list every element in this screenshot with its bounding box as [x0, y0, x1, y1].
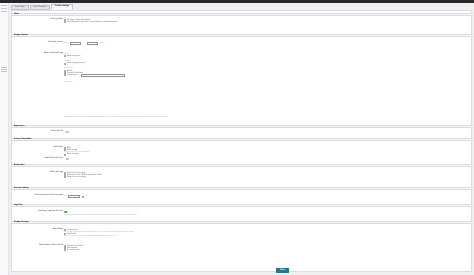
mode-options: Social login + Social sharing (Beta) Soc… [64, 19, 117, 24]
where-label: Where to show Social Login [43, 53, 63, 54]
redirect-options: Redirect to the current page Redirect to… [64, 172, 102, 179]
custom-location-input[interactable] [80, 74, 125, 77]
account-link-input[interactable] [67, 195, 80, 198]
admin-sidebar [0, 3, 9, 275]
where-options: Login Below the login form Registration … [64, 53, 125, 84]
sidebar-item[interactable] [1, 5, 7, 6]
name-options: Show full name (default) Show username D… [64, 245, 83, 252]
icon-spacing-input[interactable] [86, 42, 98, 45]
radio-icon [64, 55, 66, 58]
section-account: Account Linking [12, 187, 473, 190]
sidebar-item[interactable] [1, 11, 7, 12]
sidebar-item[interactable] [1, 8, 7, 9]
admin-bar [0, 0, 474, 3]
section-mode: Mode [12, 13, 473, 16]
privacy-option-below-register[interactable]: Below the register [64, 153, 90, 156]
mode-label: Social Login Mode [50, 19, 63, 20]
avatar-label: Avatar Display [52, 229, 63, 230]
name-option-none[interactable]: Do not show name [64, 249, 83, 252]
privacy-toggle[interactable] [64, 158, 69, 161]
account-label: Link social accounts with the same email [34, 195, 63, 196]
section-appearance: Appearance [12, 125, 473, 128]
redirect-label: Redirect after login [49, 172, 63, 173]
radio-icon [64, 21, 66, 24]
login-bar-settings-link[interactable]: Login Bar settings [108, 215, 119, 216]
section-login-bar: Login Bar [12, 204, 473, 207]
sidebar-item[interactable] [1, 67, 7, 68]
radio-icon [64, 176, 66, 179]
sidebar-item[interactable] [1, 69, 7, 70]
name-label: Show Username / Name in the bar [39, 245, 63, 246]
privacy-enable-label: Enable Privacy Policy note [44, 158, 63, 159]
css-label: Custom Style CSS [50, 131, 63, 132]
section-display: Display Options [12, 34, 473, 37]
login-bar-label: Show Login / Logout bar (front end) [38, 211, 63, 212]
where-option-register[interactable]: Below the registration form [64, 62, 125, 65]
save-button[interactable]: Save [276, 268, 289, 273]
privacy-label: Label Position [53, 147, 63, 148]
icon-size-label: Social Login icon size [48, 42, 63, 43]
login-bar-toggle[interactable] [64, 211, 69, 214]
css-toggle[interactable] [64, 131, 69, 134]
login-bar-hint: Display the social login/logout bar on y… [64, 215, 138, 217]
mode-option-login[interactable]: Social Login mode (Cleaner login, no soc… [64, 21, 117, 24]
where-option-login[interactable]: Below the login form [64, 55, 125, 58]
avatar-options: Use social avatar Use the avatar from th… [64, 229, 135, 238]
where-option-custom[interactable]: Custom location [64, 74, 125, 77]
custom-hint-text: Use this option to display the Social Lo… [64, 117, 169, 118]
radio-icon [64, 62, 66, 65]
radio-icon [64, 74, 66, 77]
radio-icon [64, 249, 66, 252]
privacy-options: Above Below the login Privacy note below… [64, 147, 90, 156]
radio-icon [64, 153, 66, 156]
section-redirection: Redirection [12, 164, 473, 167]
section-privacy: Privacy Policy/Note [12, 138, 473, 141]
radio-icon[interactable] [81, 195, 84, 198]
settings-panel: Mode Social Login Mode Social login + So… [11, 10, 473, 272]
section-display-settings: Display Settings [12, 221, 473, 224]
sidebar-item[interactable] [1, 71, 7, 72]
redirect-option-account[interactable]: Redirect to the account page [64, 176, 102, 179]
icon-size-input[interactable] [70, 42, 82, 45]
icon-size-fields: Default px Spacing [64, 42, 105, 45]
